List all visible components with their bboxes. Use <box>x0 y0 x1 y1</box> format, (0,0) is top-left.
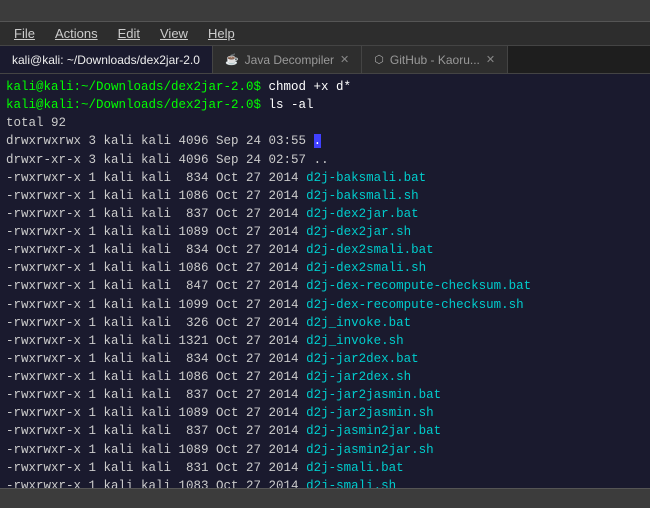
filename: d2j-jasmin2jar.sh <box>306 443 434 457</box>
close-button[interactable] <box>628 4 642 18</box>
terminal-line: -rwxrwxr-x 1 kali kali 847 Oct 27 2014 d… <box>6 277 644 295</box>
title-bar <box>0 0 650 22</box>
terminal-line: kali@kali:~/Downloads/dex2jar-2.0$ ls -a… <box>6 96 644 114</box>
filename: d2j-dex2jar.bat <box>306 207 419 221</box>
terminal-line: -rwxrwxr-x 1 kali kali 1089 Oct 27 2014 … <box>6 223 644 241</box>
terminal-line: -rwxrwxr-x 1 kali kali 837 Oct 27 2014 d… <box>6 386 644 404</box>
terminal-line: -rwxrwxr-x 1 kali kali 837 Oct 27 2014 d… <box>6 205 644 223</box>
terminal-line: -rwxrwxr-x 1 kali kali 834 Oct 27 2014 d… <box>6 241 644 259</box>
menu-bar: File Actions Edit View Help <box>0 22 650 46</box>
terminal-line: -rwxrwxr-x 1 kali kali 1089 Oct 27 2014 … <box>6 441 644 459</box>
filename: d2j-dex-recompute-checksum.bat <box>306 279 531 293</box>
minimize-button[interactable] <box>588 4 602 18</box>
terminal-line: -rwxrwxr-x 1 kali kali 834 Oct 27 2014 d… <box>6 350 644 368</box>
terminal-line: kali@kali:~/Downloads/dex2jar-2.0$ chmod… <box>6 78 644 96</box>
tab-terminal[interactable]: kali@kali: ~/Downloads/dex2jar-2.0 <box>0 46 213 73</box>
terminal-line: drwxr-xr-x 3 kali kali 4096 Sep 24 02:57… <box>6 151 644 169</box>
terminal-line: -rwxrwxr-x 1 kali kali 837 Oct 27 2014 d… <box>6 422 644 440</box>
terminal-line: -rwxrwxr-x 1 kali kali 1321 Oct 27 2014 … <box>6 332 644 350</box>
tab-decompiler-icon: ☕ <box>225 53 239 66</box>
filename: d2j-smali.sh <box>306 479 396 488</box>
menu-edit[interactable]: Edit <box>110 24 148 43</box>
terminal-line: -rwxrwxr-x 1 kali kali 1086 Oct 27 2014 … <box>6 368 644 386</box>
tab-decompiler-label: Java Decompiler <box>245 53 334 67</box>
filename: d2j-dex2smali.bat <box>306 243 434 257</box>
terminal-line: -rwxrwxr-x 1 kali kali 831 Oct 27 2014 d… <box>6 459 644 477</box>
filename: d2j-baksmali.sh <box>306 189 419 203</box>
terminal-line: -rwxrwxr-x 1 kali kali 326 Oct 27 2014 d… <box>6 314 644 332</box>
filename: d2j-jar2dex.sh <box>306 370 411 384</box>
maximize-button[interactable] <box>608 4 622 18</box>
filename: d2j-jar2jasmin.sh <box>306 406 434 420</box>
command: ls -al <box>261 98 314 112</box>
window-controls <box>588 4 642 18</box>
filename: d2j-baksmali.bat <box>306 171 426 185</box>
menu-actions[interactable]: Actions <box>47 24 106 43</box>
filename: d2j-dex-recompute-checksum.sh <box>306 298 524 312</box>
filename: d2j_invoke.sh <box>306 334 404 348</box>
tab-decompiler[interactable]: ☕ Java Decompiler ✕ <box>213 46 362 73</box>
terminal-line: total 92 <box>6 114 644 132</box>
filename: d2j-dex2jar.sh <box>306 225 411 239</box>
filename: d2j-jar2jasmin.bat <box>306 388 441 402</box>
prompt: kali@kali:~/Downloads/dex2jar-2.0$ <box>6 98 261 112</box>
command: chmod +x d* <box>261 80 351 94</box>
terminal-line: drwxrwxrwx 3 kali kali 4096 Sep 24 03:55… <box>6 132 644 150</box>
tab-decompiler-close[interactable]: ✕ <box>340 53 349 66</box>
tab-terminal-label: kali@kali: ~/Downloads/dex2jar-2.0 <box>12 53 200 67</box>
prompt: kali@kali:~/Downloads/dex2jar-2.0$ <box>6 80 261 94</box>
terminal-area[interactable]: kali@kali:~/Downloads/dex2jar-2.0$ chmod… <box>0 74 650 488</box>
tab-github[interactable]: ⬡ GitHub - Kaoru... ✕ <box>362 46 508 73</box>
tab-github-label: GitHub - Kaoru... <box>390 53 480 67</box>
filename: d2j-dex2smali.sh <box>306 261 426 275</box>
menu-help[interactable]: Help <box>200 24 243 43</box>
terminal-line: -rwxrwxr-x 1 kali kali 1086 Oct 27 2014 … <box>6 259 644 277</box>
menu-view[interactable]: View <box>152 24 196 43</box>
filename: .. <box>314 153 329 167</box>
terminal-line: -rwxrwxr-x 1 kali kali 1083 Oct 27 2014 … <box>6 477 644 488</box>
terminal-line: -rwxrwxr-x 1 kali kali 1086 Oct 27 2014 … <box>6 187 644 205</box>
tab-github-icon: ⬡ <box>374 53 384 66</box>
filename: d2j-jasmin2jar.bat <box>306 424 441 438</box>
filename: d2j-smali.bat <box>306 461 404 475</box>
menu-file[interactable]: File <box>6 24 43 43</box>
terminal-line: -rwxrwxr-x 1 kali kali 1099 Oct 27 2014 … <box>6 296 644 314</box>
filename: d2j_invoke.bat <box>306 316 411 330</box>
terminal-line: -rwxrwxr-x 1 kali kali 1089 Oct 27 2014 … <box>6 404 644 422</box>
terminal-line: -rwxrwxr-x 1 kali kali 834 Oct 27 2014 d… <box>6 169 644 187</box>
tab-github-close[interactable]: ✕ <box>486 53 495 66</box>
tab-bar: kali@kali: ~/Downloads/dex2jar-2.0 ☕ Jav… <box>0 46 650 74</box>
filename: d2j-jar2dex.bat <box>306 352 419 366</box>
status-bar <box>0 488 650 508</box>
filename: . <box>314 134 322 148</box>
